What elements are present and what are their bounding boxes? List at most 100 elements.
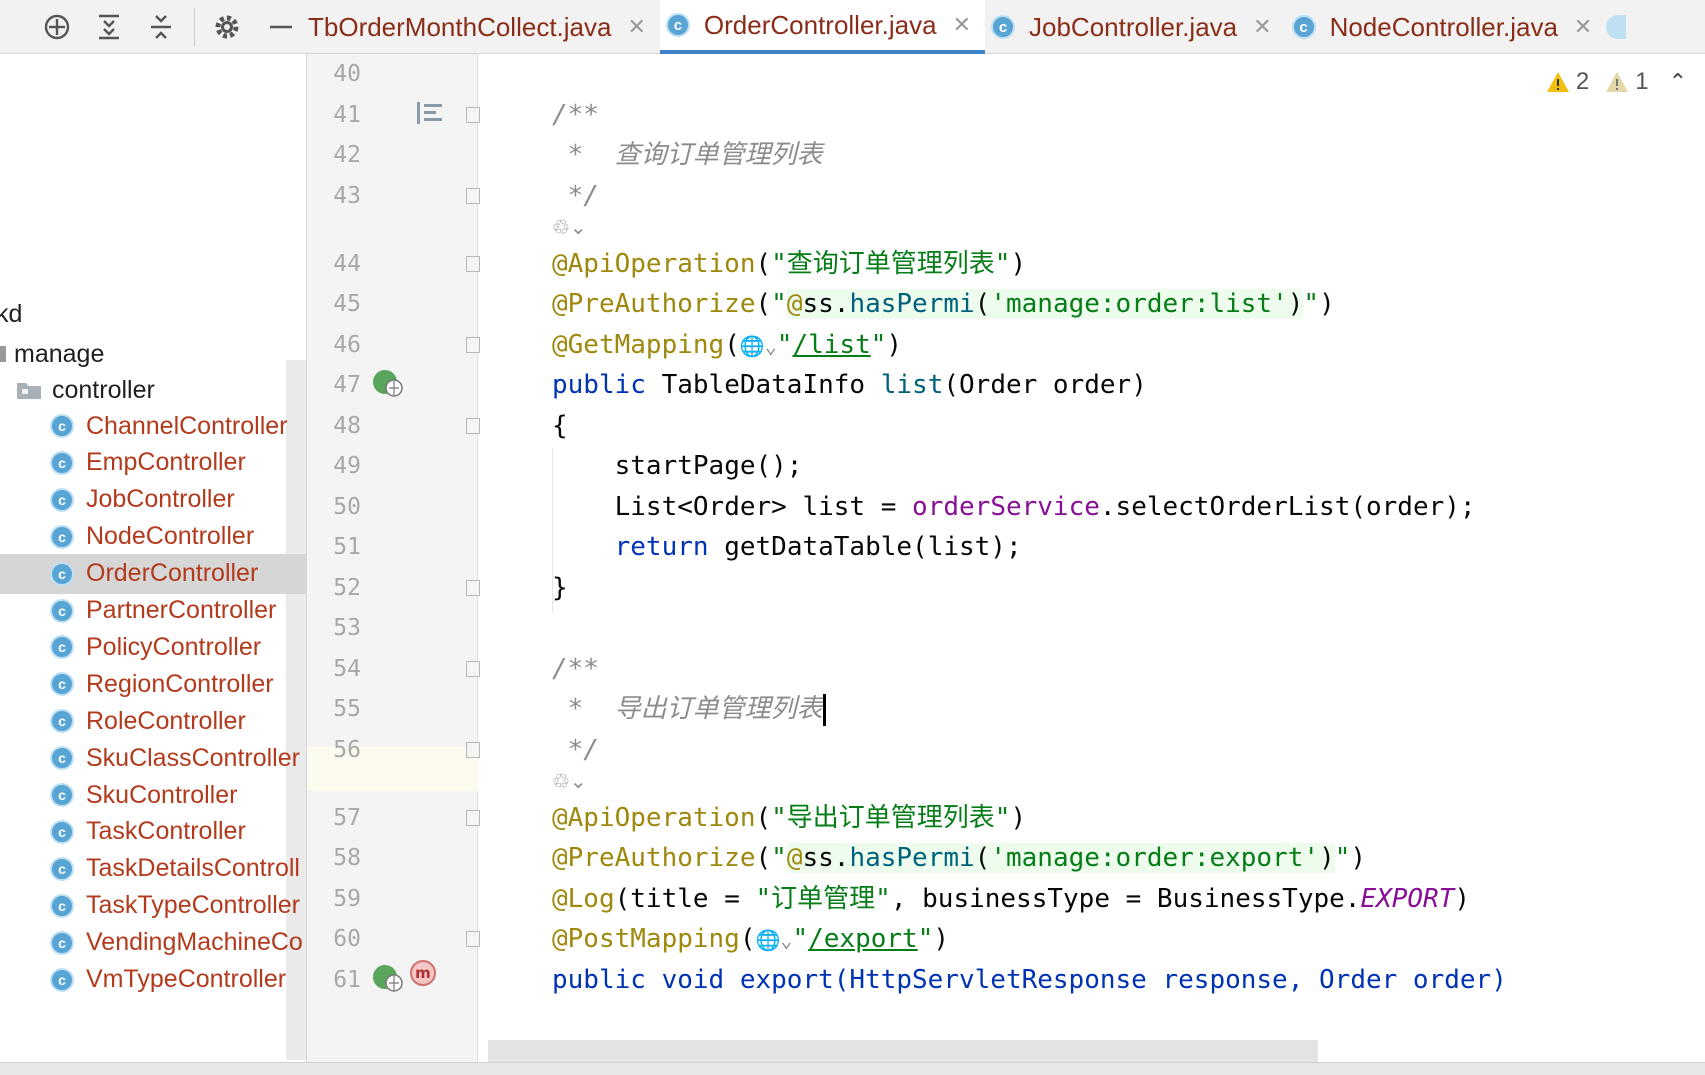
code-line[interactable]: * 查询订单管理列表 bbox=[552, 133, 823, 177]
fold-marker-icon[interactable] bbox=[466, 418, 480, 434]
gear-icon[interactable] bbox=[212, 12, 242, 42]
line-number[interactable]: 53 bbox=[307, 606, 361, 650]
code-line[interactable]: @Log(title = "订单管理", businessType = Busi… bbox=[552, 877, 1470, 921]
tree-class-node[interactable]: c SkuController bbox=[0, 775, 306, 815]
close-icon[interactable]: ✕ bbox=[953, 12, 971, 38]
tree-class-node[interactable]: c VendingMachineCo bbox=[0, 923, 306, 963]
line-number[interactable]: 47 bbox=[307, 363, 361, 407]
code-line[interactable]: List<Order> list = orderService.selectOr… bbox=[552, 485, 1476, 529]
line-number[interactable]: 48 bbox=[307, 404, 361, 448]
tab-node-controller[interactable]: c NodeController.java ✕ bbox=[1286, 0, 1607, 54]
line-number[interactable]: 51 bbox=[307, 525, 361, 569]
code-vision-icon[interactable]: ♲⌄ bbox=[552, 215, 587, 239]
crosshair-icon[interactable] bbox=[42, 12, 72, 42]
line-number[interactable]: 57 bbox=[307, 796, 361, 840]
fold-marker-icon[interactable] bbox=[466, 661, 480, 677]
horizontal-scrollbar[interactable] bbox=[488, 1040, 1318, 1062]
tree-class-node[interactable]: c PartnerController bbox=[0, 591, 306, 631]
tree-package-node[interactable]: manage bbox=[0, 334, 306, 374]
code-line[interactable]: */ bbox=[552, 728, 599, 772]
tree-class-node[interactable]: c TaskController bbox=[0, 812, 306, 852]
globe-icon[interactable]: 🌐⌄ bbox=[740, 324, 777, 368]
tab-job-controller[interactable]: c JobController.java ✕ bbox=[985, 0, 1286, 54]
fold-marker-icon[interactable] bbox=[466, 256, 480, 272]
line-number[interactable]: 55 bbox=[307, 687, 361, 731]
code-line[interactable]: @ApiOperation("查询订单管理列表") bbox=[552, 242, 1026, 286]
tree-class-node[interactable]: c NodeController bbox=[0, 517, 306, 557]
line-number[interactable]: 52 bbox=[307, 566, 361, 610]
tree-class-node[interactable]: c RegionController bbox=[0, 664, 306, 704]
line-number[interactable]: 40 bbox=[307, 52, 361, 96]
close-icon[interactable]: ✕ bbox=[627, 14, 645, 40]
line-number[interactable]: 43 bbox=[307, 174, 361, 218]
annotation: @ApiOperation bbox=[552, 249, 756, 279]
code-line[interactable]: } bbox=[552, 566, 568, 610]
endpoint-run-icon[interactable] bbox=[372, 369, 404, 399]
tree-folder-node[interactable]: controller bbox=[0, 370, 306, 410]
close-icon[interactable]: ✕ bbox=[1574, 14, 1592, 40]
tab-overflow[interactable] bbox=[1606, 0, 1636, 54]
line-number[interactable]: 50 bbox=[307, 485, 361, 529]
line-number[interactable]: 54 bbox=[307, 647, 361, 691]
tab-tborder-month-collect[interactable]: TbOrderMonthCollect.java ✕ bbox=[308, 0, 660, 54]
code-line[interactable]: startPage(); bbox=[552, 444, 803, 488]
inspection-widget[interactable]: 2 1 ⌃ bbox=[1546, 68, 1687, 96]
line-number[interactable]: 42 bbox=[307, 133, 361, 177]
code-line[interactable]: public TableDataInfo list(Order order) bbox=[552, 363, 1147, 407]
code-line[interactable]: /** bbox=[552, 93, 599, 137]
weak-warning-icon bbox=[1606, 72, 1629, 92]
code-line[interactable]: @GetMapping(🌐⌄"/list") bbox=[552, 323, 902, 368]
tree-class-node[interactable]: c TaskDetailsControll bbox=[0, 849, 306, 889]
endpoint-run-icon[interactable] bbox=[372, 964, 404, 994]
fold-marker-icon[interactable] bbox=[466, 810, 480, 826]
fold-marker-icon[interactable] bbox=[466, 580, 480, 596]
tree-class-node[interactable]: c RoleController bbox=[0, 701, 306, 741]
chevron-up-icon[interactable]: ⌃ bbox=[1669, 69, 1687, 95]
class-icon: c bbox=[50, 487, 74, 512]
line-number[interactable]: 44 bbox=[307, 242, 361, 286]
globe-icon[interactable]: 🌐⌄ bbox=[756, 918, 793, 962]
fold-marker-icon[interactable] bbox=[466, 107, 480, 123]
structure-list-icon[interactable] bbox=[416, 101, 444, 125]
code-line[interactable]: @ApiOperation("导出订单管理列表") bbox=[552, 796, 1026, 840]
line-number[interactable]: 41 bbox=[307, 93, 361, 137]
line-number[interactable]: 58 bbox=[307, 836, 361, 880]
tree-class-node[interactable]: c VmTypeController bbox=[0, 960, 306, 1000]
line-number[interactable]: 56 bbox=[307, 728, 361, 772]
code-line[interactable]: */ bbox=[552, 174, 599, 218]
tree-class-node[interactable]: c TaskTypeController bbox=[0, 886, 306, 926]
fold-marker-icon[interactable] bbox=[466, 931, 480, 947]
fold-marker-icon[interactable] bbox=[466, 337, 480, 353]
line-number[interactable]: 45 bbox=[307, 282, 361, 326]
tree-root-node[interactable]: kd bbox=[0, 294, 302, 334]
line-number[interactable]: 59 bbox=[307, 877, 361, 921]
tree-class-node[interactable]: c EmpController bbox=[0, 443, 306, 483]
line-number[interactable]: 49 bbox=[307, 444, 361, 488]
fold-marker-icon[interactable] bbox=[466, 188, 480, 204]
close-icon[interactable]: ✕ bbox=[1253, 14, 1271, 40]
fold-marker-icon[interactable] bbox=[466, 742, 480, 758]
tree-class-node[interactable]: c PolicyController bbox=[0, 627, 306, 667]
code-vision-icon[interactable]: ♲⌄ bbox=[552, 769, 587, 793]
tree-class-node[interactable]: c OrderController bbox=[0, 553, 306, 594]
code-line[interactable]: public void export(HttpServletResponse r… bbox=[552, 958, 1507, 1002]
line-number[interactable]: 61 bbox=[307, 958, 361, 1002]
tree-class-node[interactable]: c SkuClassController bbox=[0, 738, 306, 778]
line-number[interactable]: 60 bbox=[307, 917, 361, 961]
code-line[interactable]: /** bbox=[552, 647, 599, 691]
line-number[interactable]: 46 bbox=[307, 323, 361, 367]
tree-class-node[interactable]: c JobController bbox=[0, 480, 306, 520]
url-mapping-link[interactable]: /list bbox=[792, 330, 870, 360]
url-mapping-link[interactable]: /export bbox=[808, 924, 918, 954]
code-line[interactable]: @PostMapping(🌐⌄"/export") bbox=[552, 917, 949, 962]
code-line[interactable]: @PreAuthorize("@ss.hasPermi('manage:orde… bbox=[552, 836, 1366, 880]
tab-order-controller[interactable]: c OrderController.java ✕ bbox=[659, 0, 985, 54]
tree-class-node[interactable]: c ChannelController bbox=[0, 406, 306, 446]
collapse-all-icon[interactable] bbox=[146, 12, 176, 42]
minimize-icon[interactable] bbox=[266, 12, 296, 42]
code-line[interactable]: * 导出订单管理列表 bbox=[552, 687, 826, 731]
code-line[interactable]: return getDataTable(list); bbox=[552, 525, 1022, 569]
code-line[interactable]: { bbox=[552, 404, 568, 448]
code-line[interactable]: @PreAuthorize("@ss.hasPermi('manage:orde… bbox=[552, 282, 1335, 326]
expand-all-icon[interactable] bbox=[94, 12, 124, 42]
